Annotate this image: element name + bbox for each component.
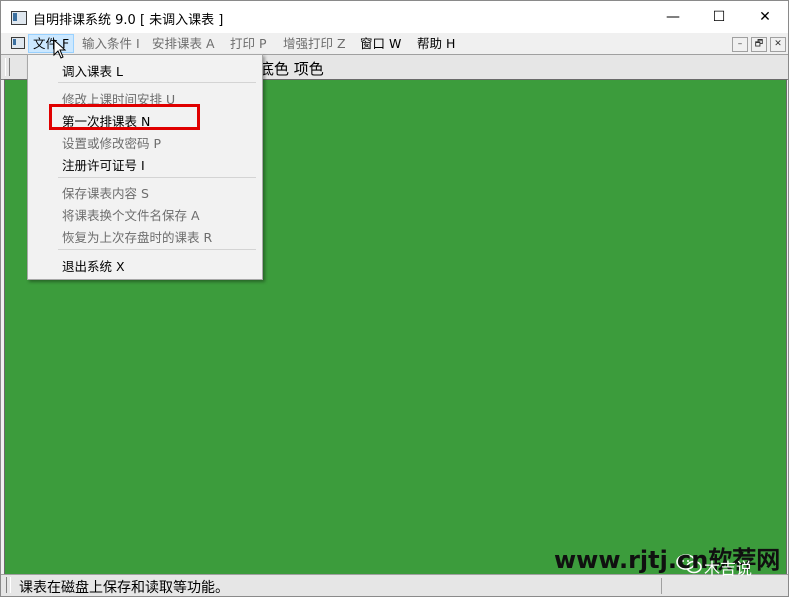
menu-window[interactable]: 窗口 W [356,35,405,52]
menu-bar: 文件 F 输入条件 I 安排课表 A 打印 P 增强打印 Z 窗口 W 帮助 H… [1,33,788,54]
annotation-highlight-box [49,104,200,130]
watermark-channel: 木吉说 [704,559,753,578]
title-bar[interactable]: 自明排课系统 9.0 [ 未调入课表 ] — ☐ ✕ [1,1,788,33]
window-title: 自明排课系统 9.0 [ 未调入课表 ] [33,13,224,28]
file-menu-dropdown: 调入课表 L 修改上课时间安排 U 第一次排课表 N 设置或修改密码 P 注册许… [27,54,263,280]
menu-item-register-license[interactable]: 注册许可证号 I [62,155,145,174]
menu-item-revert[interactable]: 恢复为上次存盘时的课表 R [62,227,212,246]
mdi-child-icon[interactable] [11,37,25,49]
menu-item-save-as[interactable]: 将课表换个文件名保存 A [62,205,200,224]
menu-help[interactable]: 帮助 H [413,35,459,52]
menu-separator [58,82,256,83]
toolbar-grip[interactable] [5,58,10,76]
app-window: 自明排课系统 9.0 [ 未调入课表 ] — ☐ ✕ 文件 F 输入条件 I 安… [0,0,789,597]
mouse-cursor-icon [53,39,67,59]
menu-enhanced-print[interactable]: 增强打印 Z [279,35,350,52]
menu-item-load-schedule[interactable]: 调入课表 L [62,61,123,80]
minimize-button[interactable]: — [650,1,696,33]
mdi-minimize-button[interactable]: – [732,37,748,52]
menu-item-save-schedule[interactable]: 保存课表内容 S [62,183,149,202]
toolbar-color-label[interactable]: 底色 项色 [259,58,324,79]
mdi-close-button[interactable]: ✕ [770,37,786,52]
close-button[interactable]: ✕ [742,1,788,33]
menu-arrange-schedule[interactable]: 安排课表 A [148,35,219,52]
status-bar: 课表在磁盘上保存和读取等功能。 [1,574,788,596]
menu-item-set-password[interactable]: 设置或修改密码 P [62,133,161,152]
app-icon[interactable] [11,11,27,25]
status-divider [661,578,662,594]
maximize-button[interactable]: ☐ [696,1,742,33]
status-text: 课表在磁盘上保存和读取等功能。 [19,580,229,596]
mdi-restore-button[interactable]: 🗗 [751,37,767,52]
status-bar-grip [6,577,11,593]
menu-print[interactable]: 打印 P [226,35,271,52]
menu-item-exit[interactable]: 退出系统 X [62,256,125,275]
menu-separator [58,177,256,178]
menu-input-conditions[interactable]: 输入条件 I [78,35,144,52]
menu-file[interactable]: 文件 F [28,34,75,53]
menu-separator [58,249,256,250]
